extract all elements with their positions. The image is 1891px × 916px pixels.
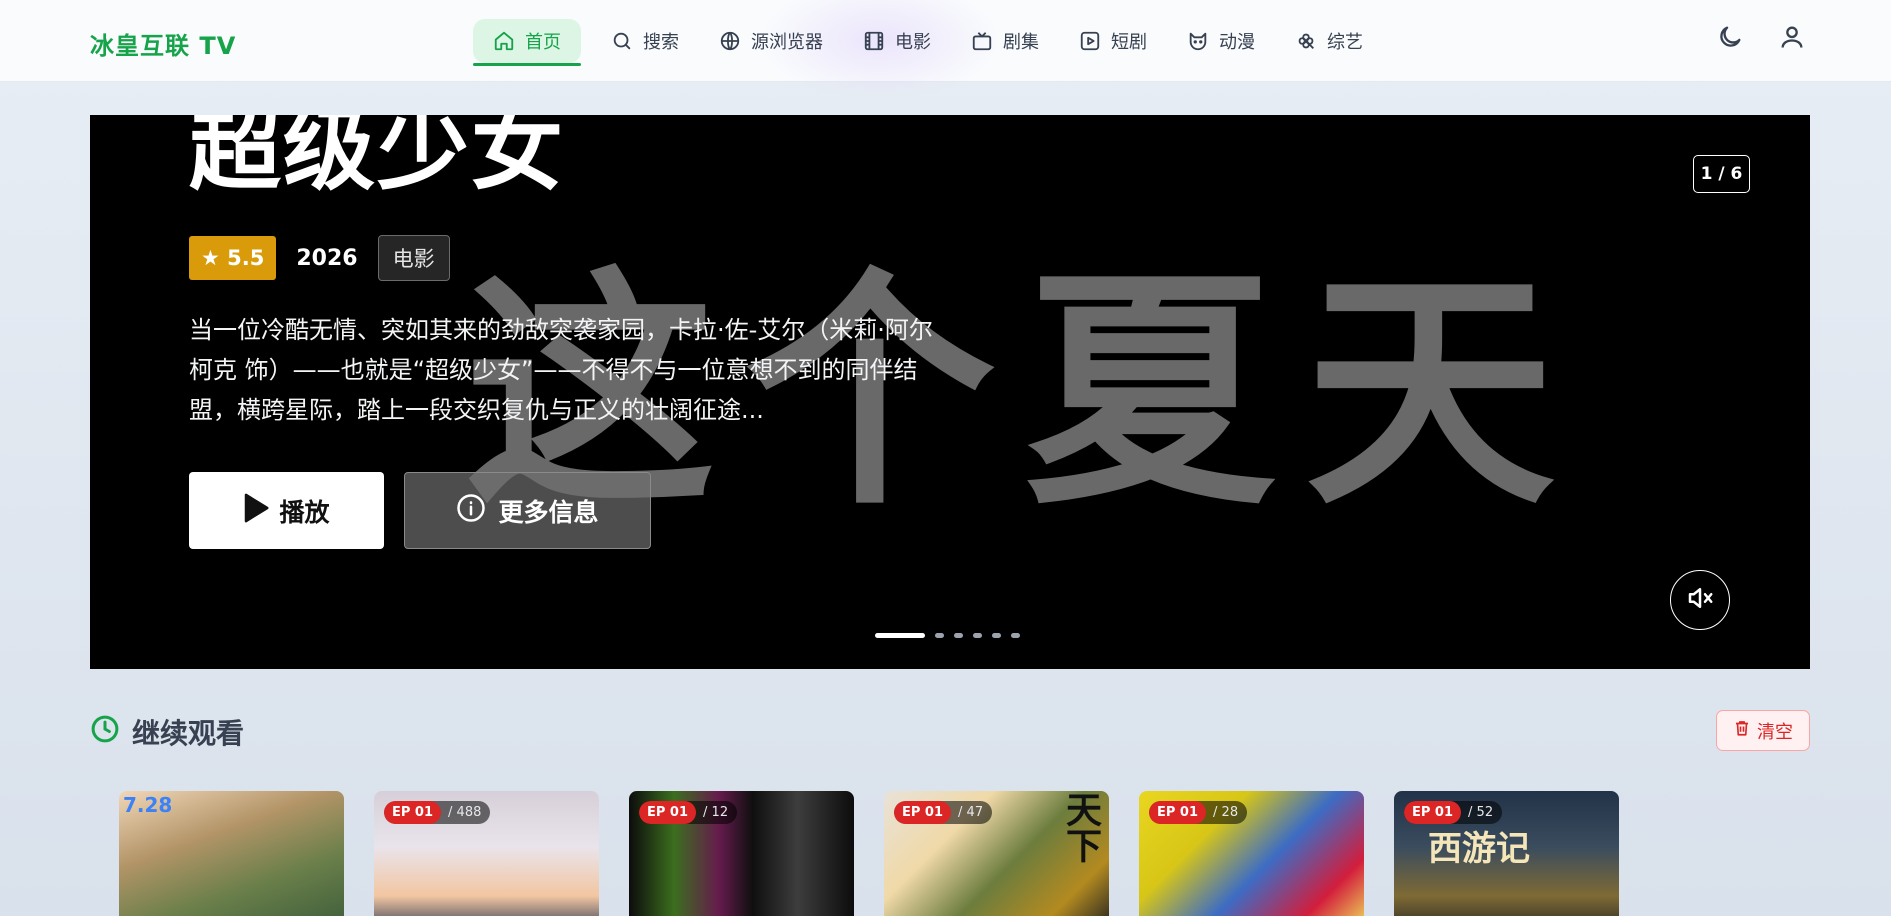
nav-label: 搜索	[643, 32, 679, 53]
poster-text: 西游记	[1428, 829, 1530, 869]
nav-item-anime[interactable]: 动漫	[1167, 19, 1275, 63]
info-icon	[456, 493, 486, 529]
hero-description: 当一位冷酷无情、突如其来的劲敌突袭家园，卡拉·佐-艾尔（米莉·阿尔柯克 饰）——…	[189, 316, 933, 424]
slide-dot[interactable]	[875, 633, 925, 638]
hero-title: 超级少女	[189, 115, 566, 203]
nav-item-series[interactable]: 剧集	[951, 19, 1059, 63]
clock-icon	[90, 714, 120, 751]
moon-icon	[1716, 23, 1744, 55]
clover-icon	[1295, 30, 1317, 52]
nav-label: 首页	[525, 32, 561, 53]
header-actions	[1715, 24, 1807, 54]
episode-number: EP 01	[639, 801, 697, 824]
episode-total: / 488	[448, 805, 482, 820]
nav-item-home[interactable]: 首页	[473, 19, 581, 66]
poster-image: 7.28	[119, 791, 344, 916]
slide-counter: 1 / 6	[1693, 155, 1750, 193]
nav-label: 源浏览器	[751, 32, 823, 53]
slide-dot[interactable]	[992, 633, 1001, 638]
type-badge: 电影	[377, 235, 450, 281]
section-title: 继续观看	[132, 717, 245, 750]
nav-label: 剧集	[1003, 32, 1039, 53]
episode-number: EP 01	[384, 801, 442, 824]
history-card[interactable]: 西游记 EP 01 / 52	[1394, 791, 1619, 916]
episode-total: / 52	[1468, 805, 1494, 820]
play-icon	[243, 493, 269, 529]
nav-item-movies[interactable]: 电影	[843, 19, 951, 63]
continue-watching-header: 继续观看	[90, 712, 244, 752]
episode-number: EP 01	[1149, 801, 1207, 824]
nav-item-source-browser[interactable]: 源浏览器	[699, 19, 843, 63]
episode-badge: EP 01 / 12	[639, 801, 738, 824]
slide-indicator	[875, 633, 1020, 638]
history-card[interactable]: EP 01 / 12	[629, 791, 854, 916]
top-nav-bar: 冰皇互联 TV 首页 搜索 源浏览器 电影 剧集 短剧 动漫 综艺	[0, 0, 1891, 100]
nav-label: 综艺	[1327, 32, 1363, 53]
poster-text: 7.28	[123, 793, 173, 817]
user-icon	[1778, 23, 1806, 55]
trash-icon	[1733, 719, 1751, 742]
episode-badge: EP 01 / 28	[1149, 801, 1248, 824]
episode-number: EP 01	[1404, 801, 1462, 824]
nav-label: 电影	[895, 32, 931, 53]
episode-total: / 47	[958, 805, 984, 820]
tv-icon	[971, 30, 993, 52]
hero-actions: 播放 更多信息	[189, 472, 651, 549]
episode-badge: EP 01 / 52	[1404, 801, 1503, 824]
more-info-label: 更多信息	[498, 497, 599, 527]
history-card[interactable]: 7.28	[119, 791, 344, 916]
cat-icon	[1187, 30, 1209, 52]
search-icon	[611, 30, 633, 52]
episode-total: / 12	[703, 805, 729, 820]
history-card[interactable]: 天下 EP 01 / 47	[884, 791, 1109, 916]
nav-item-variety[interactable]: 综艺	[1275, 19, 1383, 63]
play-label: 播放	[279, 497, 330, 527]
volume-mute-icon	[1685, 583, 1715, 617]
hero-meta: ★ 5.5 2026 电影	[189, 235, 450, 281]
slide-dot[interactable]	[954, 633, 963, 638]
user-button[interactable]	[1777, 24, 1807, 54]
nav-label: 动漫	[1219, 32, 1255, 53]
release-year: 2026	[296, 245, 358, 271]
nav-item-short-drama[interactable]: 短剧	[1059, 19, 1167, 63]
theme-toggle-button[interactable]	[1715, 24, 1745, 54]
poster-text: 天下	[1060, 791, 1102, 863]
hero-banner: 这个夏天 超级少女 ★ 5.5 2026 电影 当一位冷酷无情、突如其来的劲敌突…	[90, 115, 1810, 669]
clear-history-button[interactable]: 清空	[1716, 710, 1810, 751]
episode-total: / 28	[1213, 805, 1239, 820]
nav-item-search[interactable]: 搜索	[591, 19, 699, 63]
main-nav: 首页 搜索 源浏览器 电影 剧集 短剧 动漫 综艺	[473, 19, 1383, 66]
history-card[interactable]: EP 01 / 28	[1139, 791, 1364, 916]
episode-badge: EP 01 / 47	[894, 801, 993, 824]
film-icon	[863, 30, 885, 52]
play-square-icon	[1079, 30, 1101, 52]
episode-number: EP 01	[894, 801, 952, 824]
globe-icon	[719, 30, 741, 52]
continue-watching-list: 7.28 EP 01 / 488 EP 01 / 12 天下 EP 01 / 4…	[119, 791, 1619, 916]
home-icon	[493, 30, 515, 52]
rating-badge: ★ 5.5	[189, 236, 277, 280]
slide-dot[interactable]	[935, 633, 944, 638]
site-logo[interactable]: 冰皇互联 TV	[90, 26, 236, 61]
history-card[interactable]: EP 01 / 488	[374, 791, 599, 916]
episode-badge: EP 01 / 488	[384, 801, 491, 824]
more-info-button[interactable]: 更多信息	[404, 472, 651, 549]
play-button[interactable]: 播放	[189, 472, 384, 549]
slide-dot[interactable]	[973, 633, 982, 638]
clear-label: 清空	[1757, 721, 1793, 743]
slide-dot[interactable]	[1011, 633, 1020, 638]
nav-label: 短剧	[1111, 32, 1147, 53]
mute-button[interactable]	[1670, 570, 1730, 630]
